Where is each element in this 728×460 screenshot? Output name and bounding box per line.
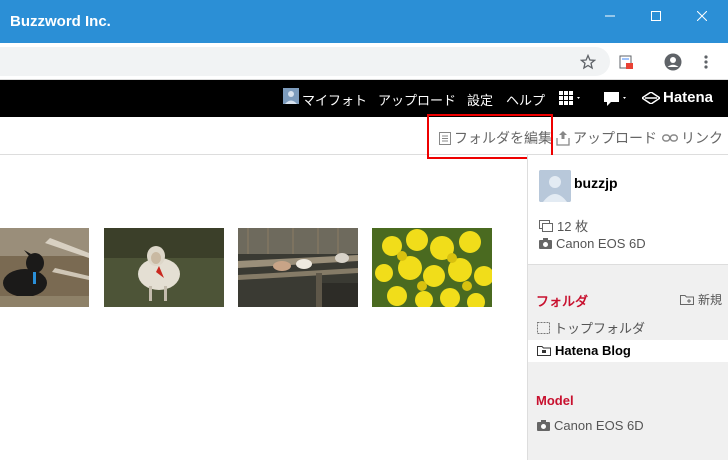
upload-icon <box>556 131 570 146</box>
current-folder-row[interactable]: Hatena Blog <box>528 340 728 362</box>
photo-count: 12 枚 <box>539 216 588 235</box>
window-title-bar: Buzzword Inc. <box>0 0 728 43</box>
hatena-logo-icon <box>642 91 660 104</box>
model-link[interactable]: Canon EOS 6D <box>537 418 644 433</box>
user-avatar[interactable] <box>539 170 571 202</box>
new-folder-label: 新規 <box>698 293 723 307</box>
apps-grid-icon[interactable] <box>559 91 583 108</box>
my-photo-avatar-icon <box>283 88 299 107</box>
profile-panel: buzzjp 12 枚 Canon EOS 6D <box>528 155 728 265</box>
top-folder-icon <box>537 321 550 334</box>
notification-icon[interactable] <box>604 91 630 110</box>
camera-info: Canon EOS 6D <box>539 236 646 251</box>
new-folder-icon <box>680 295 694 305</box>
link-icon <box>662 134 678 142</box>
window-title: Buzzword Inc. <box>10 13 111 30</box>
close-icon[interactable] <box>679 0 725 32</box>
top-folder-link[interactable]: トップフォルダ <box>537 318 645 337</box>
hatena-nav-bar: マイフォト アップロード 設定 ヘルプ Hatena <box>0 80 728 117</box>
photo-count-text: 12 枚 <box>557 219 589 234</box>
link-button[interactable]: リンク <box>662 128 723 148</box>
nav-settings-link[interactable]: 設定 <box>467 90 493 109</box>
nav-my-photo-link[interactable]: マイフォト <box>302 90 367 109</box>
hatena-logo[interactable]: Hatena <box>642 89 713 106</box>
hatena-blog-folder[interactable]: Hatena Blog <box>537 343 631 358</box>
photos-icon <box>539 219 553 232</box>
menu-dots-icon[interactable] <box>695 51 717 73</box>
maximize-icon[interactable] <box>633 0 679 32</box>
folder-section: フォルダ 新規 トップフォルダ <box>528 265 728 340</box>
photo-thumbnail-sheep[interactable] <box>104 228 224 307</box>
model-heading: Model <box>536 393 574 408</box>
folder-icon <box>537 346 551 356</box>
camera-text: Canon EOS 6D <box>556 236 646 251</box>
url-field[interactable] <box>0 47 610 76</box>
new-folder-button[interactable]: 新規 <box>680 291 722 308</box>
account-icon[interactable] <box>662 51 684 73</box>
top-folder-label: トップフォルダ <box>554 321 646 336</box>
browser-toolbar <box>0 43 728 80</box>
nav-help-link[interactable]: ヘルプ <box>506 90 545 109</box>
extension-icon[interactable] <box>615 51 637 73</box>
camera-icon <box>537 420 550 431</box>
folder-toolbar: フォルダを編集 アップロード リンク <box>0 117 728 155</box>
photo-thumbnail-flowers[interactable] <box>372 228 492 307</box>
star-icon[interactable] <box>577 51 599 73</box>
upload-label: アップロード <box>573 130 657 146</box>
minimize-icon[interactable] <box>587 0 633 32</box>
camera-icon <box>539 238 552 249</box>
photo-thumbnail-goats-bridge[interactable] <box>238 228 358 307</box>
username-link[interactable]: buzzjp <box>574 175 618 191</box>
edit-folder-highlight <box>427 114 553 159</box>
model-value: Canon EOS 6D <box>554 418 644 433</box>
photo-thumbnail-goat[interactable] <box>0 228 89 307</box>
hatena-logo-text: Hatena <box>663 89 714 106</box>
nav-upload-link[interactable]: アップロード <box>378 90 456 109</box>
hatena-blog-label: Hatena Blog <box>555 343 631 358</box>
folder-heading: フォルダ <box>536 294 589 309</box>
upload-button[interactable]: アップロード <box>556 128 657 148</box>
link-label: リンク <box>681 130 723 146</box>
model-section: Model Canon EOS 6D <box>528 362 728 460</box>
sidebar: buzzjp 12 枚 Canon EOS 6D フォルダ 新規 トップフォルダ… <box>527 155 728 460</box>
